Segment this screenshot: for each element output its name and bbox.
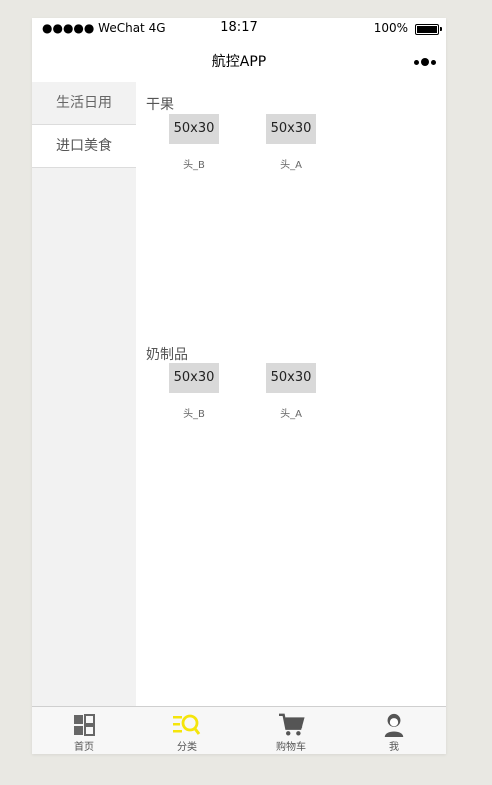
product-content: 干果 50x30 头_B 50x30 头_A 奶制品 50x30 头_B 50x…: [136, 82, 446, 706]
tab-bar: 首页 分类 购物车 我: [32, 706, 446, 754]
sidebar-item-imported-food[interactable]: 进口美食: [32, 125, 136, 168]
product-image[interactable]: 50x30: [169, 114, 219, 144]
grid-icon: [74, 714, 95, 736]
tab-cart[interactable]: 购物车: [239, 707, 343, 754]
section-title: 奶制品: [146, 347, 188, 363]
sidebar-item-label: 生活日用: [56, 95, 112, 111]
tab-label: 我: [389, 742, 399, 753]
user-icon: [384, 713, 404, 737]
tab-label: 购物车: [276, 742, 306, 753]
sidebar-item-daily-goods[interactable]: 生活日用: [32, 82, 136, 125]
phone-screen: ●●●●● WeChat 4G 18:17 100% 航控APP 生活日用 进口…: [32, 18, 446, 754]
page-title: 航控APP: [211, 54, 267, 70]
sidebar-item-label: 进口美食: [56, 138, 112, 154]
product-name[interactable]: 头_A: [261, 156, 321, 171]
nav-bar: 航控APP: [32, 38, 446, 82]
category-sidebar: 生活日用 进口美食: [32, 82, 136, 706]
category-search-icon: [173, 714, 201, 735]
product-image[interactable]: 50x30: [266, 363, 316, 393]
section-title: 干果: [146, 97, 174, 113]
tab-me[interactable]: 我: [342, 707, 446, 754]
status-bar: ●●●●● WeChat 4G 18:17 100%: [32, 18, 446, 38]
cart-icon: [279, 713, 305, 736]
battery-percent: 100%: [373, 21, 408, 35]
tab-label: 首页: [74, 742, 94, 753]
product-name[interactable]: 头_A: [261, 405, 321, 420]
product-name[interactable]: 头_B: [164, 156, 224, 171]
tab-category[interactable]: 分类: [135, 707, 239, 754]
product-image[interactable]: 50x30: [169, 363, 219, 393]
product-image[interactable]: 50x30: [266, 114, 316, 144]
product-name[interactable]: 头_B: [164, 405, 224, 420]
tab-label: 分类: [177, 742, 197, 753]
battery-icon: [415, 24, 442, 35]
more-menu-icon[interactable]: [414, 57, 436, 67]
tab-home[interactable]: 首页: [32, 707, 136, 754]
